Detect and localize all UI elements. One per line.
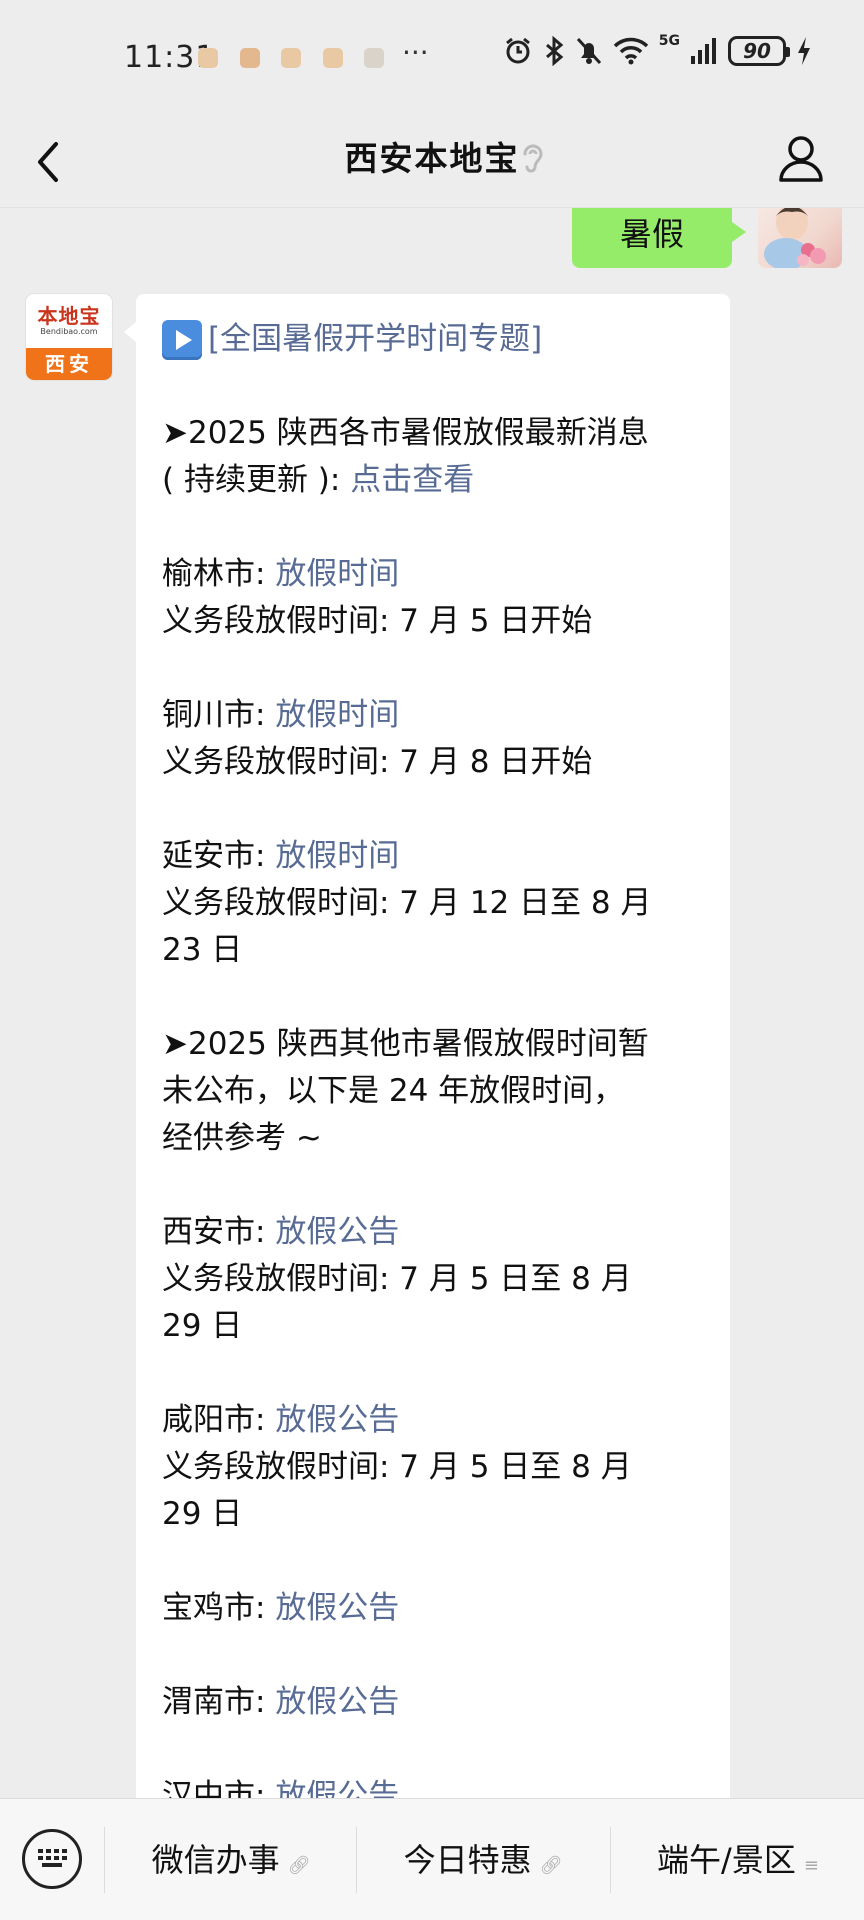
city-entry-baoji: 宝鸡市: 放假公告 [162, 1590, 400, 1626]
baoji-notice-link[interactable]: 放假公告 [275, 1590, 399, 1626]
system-icons: 5G 90 [503, 33, 812, 66]
menu-divider [356, 1827, 357, 1893]
weinan-notice-link[interactable]: 放假公告 [275, 1684, 399, 1720]
city-entry-yanan: 延安市: 放假时间 [162, 838, 400, 874]
menu-item-dragonboat-scenic[interactable]: 端午/景区 ≡ [612, 1799, 864, 1920]
notification-icon [323, 48, 343, 68]
menu-item-wechat-services[interactable]: 微信办事 🔗︎ [106, 1799, 356, 1920]
intro-line-2: ( 持续更新 ): 点击查看 [162, 462, 475, 498]
mute-bell-icon [576, 37, 601, 65]
page-title: 西安本地宝 [344, 139, 520, 178]
chat-area[interactable]: 暑假 本地宝 Bendibao.com 西安 [全国暑假开学时间专题] ➤202… [0, 208, 864, 1798]
my-message-bubble[interactable]: 暑假 [572, 208, 746, 268]
xian-notice-link[interactable]: 放假公告 [275, 1214, 399, 1250]
official-account-profile-button[interactable] [776, 132, 826, 184]
notification-icon [198, 48, 218, 68]
tongchuan-detail: 义务段放假时间: 7 月 8 日开始 [162, 744, 593, 780]
city-entry-yulin: 榆林市: 放假时间 [162, 556, 400, 592]
xian-detail: 义务段放假时间: 7 月 5 日至 8 月 [162, 1261, 632, 1297]
status-bar: 11:31 ··· 5G 90 [0, 0, 864, 118]
topic-link[interactable]: [全国暑假开学时间专题] [208, 316, 542, 363]
view-more-link[interactable]: 点击查看 [350, 462, 474, 498]
charging-icon [798, 37, 810, 65]
xian-detail-2: 29 日 [162, 1308, 243, 1344]
bluetooth-icon [545, 36, 564, 66]
xianyang-notice-link[interactable]: 放假公告 [275, 1402, 399, 1438]
bot-avatar[interactable]: 本地宝 Bendibao.com 西安 [26, 294, 112, 380]
notification-icon [281, 48, 301, 68]
alarm-icon [505, 37, 530, 64]
link-icon: 🔗︎ [539, 1855, 563, 1876]
menu-item-daily-deals[interactable]: 今日特惠 🔗︎ [358, 1799, 608, 1920]
link-icon: 🔗︎ [287, 1855, 311, 1876]
person-icon [779, 136, 823, 182]
hanzhong-notice-link[interactable]: 放假公告 [275, 1778, 399, 1798]
city-entry-hanzhong: 汉中市: 放假公告 [162, 1773, 704, 1798]
play-button-icon [162, 319, 202, 360]
menu-divider [104, 1827, 105, 1893]
topic-line: [全国暑假开学时间专题] [162, 316, 704, 363]
xianyang-detail-2: 29 日 [162, 1496, 243, 1532]
menu-divider [610, 1827, 611, 1893]
my-avatar[interactable] [758, 208, 842, 268]
wifi-icon [613, 37, 648, 65]
bot-avatar-city: 西安 [26, 348, 112, 380]
other-cities-note-3: 经供参考 ~ [162, 1120, 322, 1156]
signal-icon [691, 38, 716, 64]
keyboard-toggle-button[interactable] [22, 1829, 82, 1889]
intro-line: ➤2025 陕西各市暑假放假最新消息 [162, 415, 649, 451]
other-cities-note-2: 未公布，以下是 24 年放假时间， [162, 1073, 625, 1109]
bottom-menu: 微信办事 🔗︎ 今日特惠 🔗︎ 端午/景区 ≡ [0, 1798, 864, 1920]
city-entry-xian: 西安市: 放假公告 [162, 1214, 400, 1250]
more-notifications-icon: ··· [402, 36, 429, 69]
my-message-row: 暑假 [542, 208, 842, 268]
city-entry-weinan: 渭南市: 放假公告 [162, 1684, 400, 1720]
xianyang-detail: 义务段放假时间: 7 月 5 日至 8 月 [162, 1449, 632, 1485]
bot-message-bubble: [全国暑假开学时间专题] ➤2025 陕西各市暑假放假最新消息 ( 持续更新 )… [124, 294, 730, 1798]
bendibao-logo: 本地宝 Bendibao.com [37, 304, 101, 336]
yulin-holiday-link[interactable]: 放假时间 [275, 556, 399, 592]
ear-icon [520, 140, 546, 178]
yanan-holiday-link[interactable]: 放假时间 [275, 838, 399, 874]
yulin-detail: 义务段放假时间: 7 月 5 日开始 [162, 603, 593, 639]
notification-icon [364, 48, 384, 68]
yanan-detail: 义务段放假时间: 7 月 12 日至 8 月 [162, 885, 652, 921]
yanan-detail-2: 23 日 [162, 932, 243, 968]
other-cities-note: ➤2025 陕西其他市暑假放假时间暂 [162, 1026, 649, 1062]
nav-bar: 西安本地宝 [0, 118, 864, 208]
network-type-label: 5G [658, 33, 680, 49]
tongchuan-holiday-link[interactable]: 放假时间 [275, 697, 399, 733]
city-entry-tongchuan: 铜川市: 放假时间 [162, 697, 400, 733]
battery-icon: 90 [728, 36, 790, 66]
keyboard-icon [38, 1849, 67, 1869]
menu-lines-icon: ≡ [803, 1855, 819, 1876]
notification-icon [240, 48, 260, 68]
city-entry-xianyang: 咸阳市: 放假公告 [162, 1402, 400, 1438]
